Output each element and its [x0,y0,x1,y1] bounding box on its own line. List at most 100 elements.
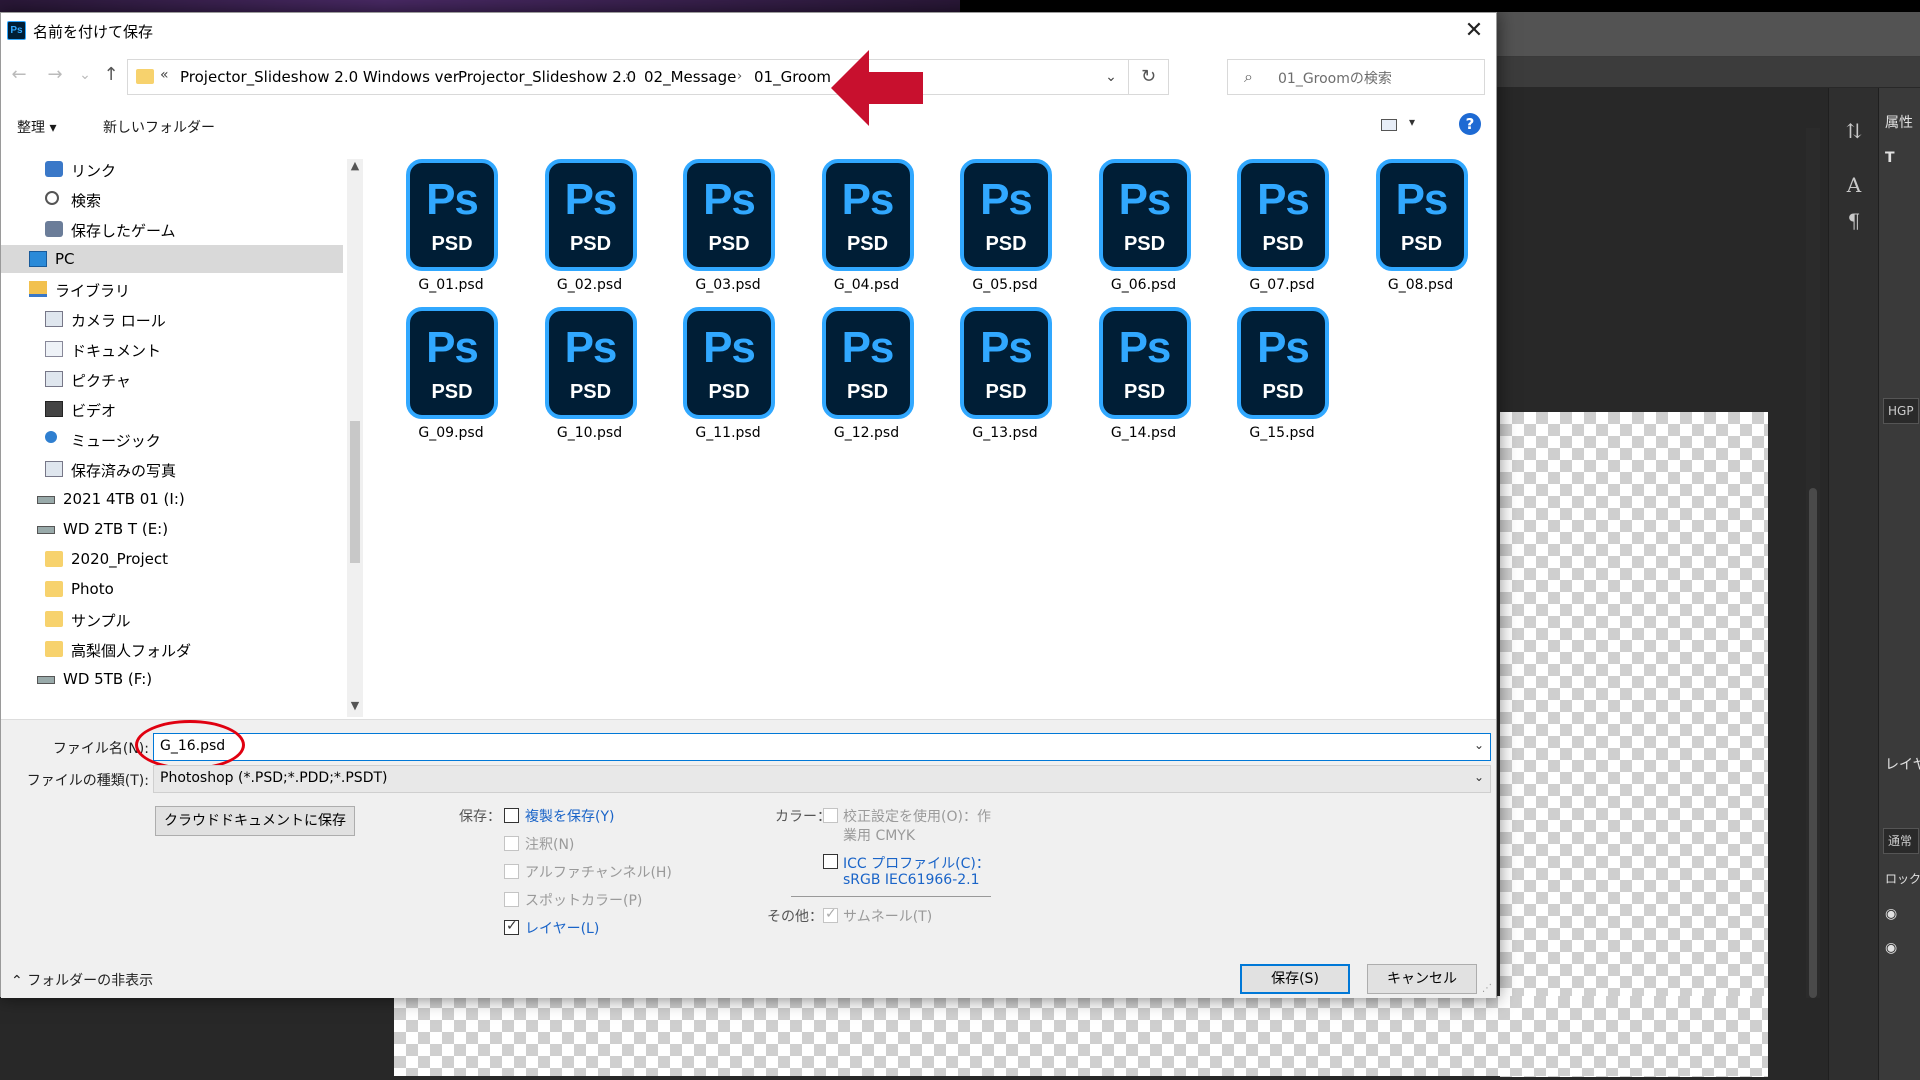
icc-profile-label-line1[interactable]: ICC プロファイル(C)： [843,853,990,873]
save-as-dialog: Ps 名前を付けて保存 ✕ ← → ⌄ ↑ « Projector_Slides… [0,12,1497,998]
sidebar-item[interactable]: WD 5TB (F:) [1,665,343,693]
file-name: G_12.psd [833,425,900,441]
view-icon [1381,119,1397,131]
breadcrumb-item[interactable]: Projector_Slideshow 2.0 [458,68,636,86]
file-item[interactable]: Ps PSD G_10.psd [530,307,650,447]
breadcrumb-item[interactable]: 01_Groom [754,68,831,86]
sidebar-item[interactable]: ライブラリ [1,275,343,303]
forward-button[interactable]: → [43,63,67,87]
save-copy-label[interactable]: 複製を保存(Y) [525,806,614,826]
eye-icon[interactable]: ◉ [1885,940,1897,956]
sidebar-item-label: 保存したゲーム [71,222,176,240]
address-bar[interactable]: « Projector_Slideshow 2.0 Windows ver › … [127,59,1169,95]
annotation-circle-icon [135,720,245,770]
sidebar-item[interactable]: Photo [1,575,343,603]
save-to-cloud-button[interactable]: クラウドドキュメントに保存 [155,806,355,836]
psd-icon-psd-text: PSD [431,381,473,403]
file-item[interactable]: Ps PSD G_14.psd [1084,307,1204,447]
eye-icon[interactable]: ◉ [1885,906,1897,922]
icc-profile-checkbox[interactable] [823,854,838,869]
filetype-select[interactable]: Photoshop (*.PSD;*.PDD;*.PSDT) ⌄ [153,765,1491,793]
psd-icon-ps-text: Ps [980,175,1033,224]
scroll-down-icon[interactable]: ▼ [349,699,361,712]
file-item[interactable]: Ps PSD G_02.psd [530,159,650,299]
file-item[interactable]: Ps PSD G_09.psd [391,307,511,447]
sidebar-item[interactable]: サンプル [1,605,343,633]
sidebar-item[interactable]: 保存したゲーム [1,215,343,243]
sidebar-item[interactable]: 検索 [1,185,343,213]
blend-mode-select[interactable]: 通常 [1883,828,1919,854]
file-item[interactable]: Ps PSD G_11.psd [668,307,788,447]
saved-photos-icon [45,461,63,477]
hide-folders-button[interactable]: ⌃ フォルダーの非表示 [11,970,153,990]
sidebar-item[interactable]: カメラ ロール [1,305,343,333]
breadcrumb-separator-icon[interactable]: › [737,69,742,84]
file-item[interactable]: Ps PSD G_04.psd [807,159,927,299]
help-button[interactable]: ? [1459,113,1481,135]
close-button[interactable]: ✕ [1460,17,1488,45]
new-folder-button[interactable]: 新しいフォルダー [103,117,215,137]
sidebar-item-label: 2021 4TB 01 (I:) [63,490,185,508]
drive-icon [37,496,55,504]
chevron-down-icon[interactable]: ⌄ [1474,738,1484,752]
file-item[interactable]: Ps PSD G_12.psd [807,307,927,447]
font-family-field[interactable]: HGP [1883,398,1919,424]
chevron-down-icon[interactable]: ⌄ [1100,66,1122,88]
up-folder-button[interactable]: ↑ [99,63,123,87]
psd-file-icon: Ps PSD [544,307,637,419]
psd-icon-psd-text: PSD [1262,381,1304,403]
recent-locations-button[interactable]: ⌄ [73,63,97,87]
scroll-up-icon[interactable]: ▲ [349,159,361,172]
file-item[interactable]: Ps PSD G_13.psd [945,307,1065,447]
organize-button[interactable]: 整理 ▾ [17,117,56,137]
save-button[interactable]: 保存(S) [1240,964,1350,994]
breadcrumb-separator-icon[interactable]: › [625,69,630,84]
sidebar-item[interactable]: 2020_Project [1,545,343,573]
file-item[interactable]: Ps PSD G_03.psd [668,159,788,299]
photoshop-vertical-scrollbar[interactable] [1806,128,1820,998]
sidebar-item[interactable]: ビデオ [1,395,343,423]
chevron-up-icon: ⌃ [11,973,28,989]
psd-icon-ps-text: Ps [980,323,1033,372]
breadcrumb-separator-icon[interactable]: › [446,69,451,84]
sidebar-item[interactable]: ピクチャ [1,365,343,393]
layers-checkbox[interactable] [504,918,519,935]
sidebar-item[interactable]: ミュージック [1,425,343,453]
file-item[interactable]: Ps PSD G_01.psd [391,159,511,299]
address-overflow-icon[interactable]: « [160,67,169,83]
character-panel-icon[interactable]: A [1841,172,1867,198]
filename-field[interactable]: G_16.psd ⌄ [153,733,1491,761]
psd-file-icon: Ps PSD [960,159,1052,271]
search-input[interactable]: ⌕ 01_Groomの検索 [1227,59,1485,95]
photoshop-canvas-lower[interactable] [394,996,1768,1076]
file-item[interactable]: Ps PSD G_08.psd [1361,159,1481,299]
photoshop-canvas[interactable] [1500,412,1768,1077]
chevron-down-icon[interactable]: ⌄ [1474,770,1484,784]
back-button[interactable]: ← [7,63,31,87]
breadcrumb-item[interactable]: Projector_Slideshow 2.0 Windows ver [180,68,459,86]
sidebar-item[interactable]: 高梨個人フォルダ [1,635,343,663]
breadcrumb-item[interactable]: 02_Message [644,68,736,86]
sidebar-item[interactable]: WD 2TB T (E:) [1,515,343,543]
paragraph-panel-icon[interactable]: ¶ [1841,208,1867,234]
sidebar-item[interactable]: 2021 4TB 01 (I:) [1,485,343,513]
sidebar-item[interactable]: リンク [1,155,343,183]
sidebar-item[interactable]: 保存済みの写真 [1,455,343,483]
cancel-button[interactable]: キャンセル [1367,964,1477,994]
resize-grip-icon[interactable]: ⋰ [1482,983,1492,994]
navigation-pane-scrollbar[interactable]: ▲ ▼ [347,159,363,717]
file-item[interactable]: Ps PSD G_15.psd [1222,307,1342,447]
file-item[interactable]: Ps PSD G_06.psd [1084,159,1204,299]
file-item[interactable]: Ps PSD G_07.psd [1222,159,1342,299]
psd-file-icon: Ps PSD [960,307,1052,419]
search-placeholder: 01_Groomの検索 [1278,71,1392,87]
scrollbar-thumb[interactable] [350,421,360,563]
refresh-button[interactable]: ↻ [1128,60,1168,94]
sidebar-item[interactable]: ドキュメント [1,335,343,363]
properties-panel-icon[interactable]: ⇅ [1841,118,1867,144]
file-item[interactable]: Ps PSD G_05.psd [945,159,1065,299]
view-options-button[interactable]: ▾ [1379,115,1427,135]
save-copy-checkbox[interactable] [504,808,519,823]
sidebar-item[interactable]: PC [1,245,343,273]
layers-label[interactable]: レイヤー(L) [525,918,599,938]
